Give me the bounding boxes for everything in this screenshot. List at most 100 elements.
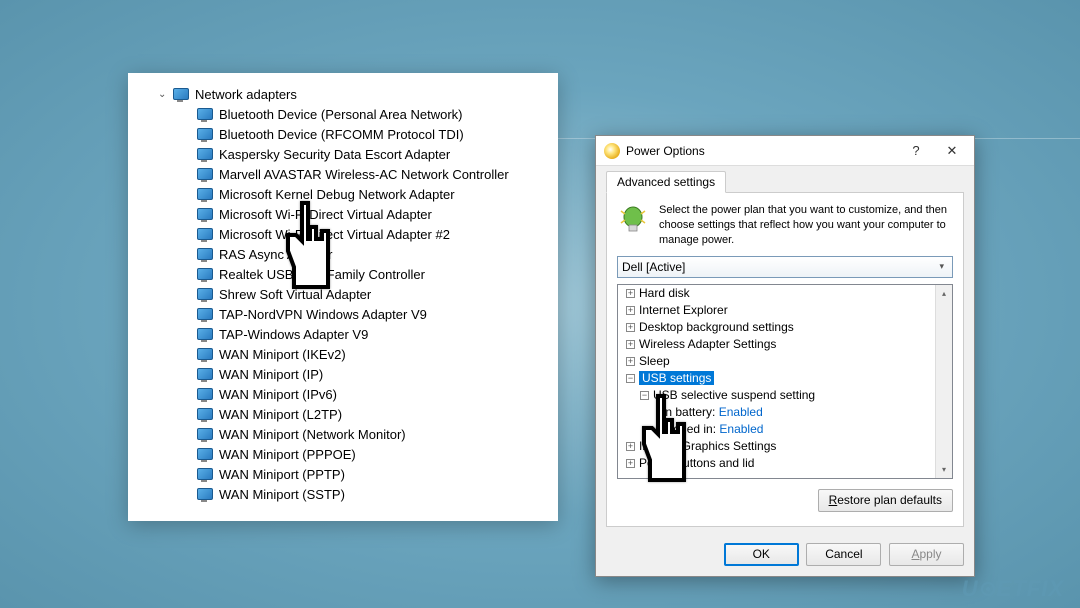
device-item[interactable]: WAN Miniport (PPTP) bbox=[136, 465, 550, 485]
device-item[interactable]: WAN Miniport (SSTP) bbox=[136, 485, 550, 505]
device-item[interactable]: Microsoft Kernel Debug Network Adapter bbox=[136, 185, 550, 205]
network-adapter-icon bbox=[196, 488, 213, 502]
scroll-up-button[interactable]: ▴ bbox=[936, 285, 952, 302]
plus-icon[interactable]: + bbox=[626, 323, 635, 332]
tree-node-power-buttons-lid[interactable]: +Power buttons and lid bbox=[618, 455, 952, 472]
device-label: WAN Miniport (SSTP) bbox=[219, 485, 345, 505]
ok-button[interactable]: OK bbox=[724, 543, 799, 566]
restore-defaults-button[interactable]: Restore plan defaults bbox=[818, 489, 953, 512]
device-item[interactable]: TAP-NordVPN Windows Adapter V9 bbox=[136, 305, 550, 325]
network-adapter-icon bbox=[196, 288, 213, 302]
minus-icon[interactable]: − bbox=[640, 391, 649, 400]
device-item[interactable]: WAN Miniport (Network Monitor) bbox=[136, 425, 550, 445]
device-item[interactable]: WAN Miniport (IKEv2) bbox=[136, 345, 550, 365]
on-battery-value[interactable]: Enabled bbox=[719, 405, 763, 419]
device-item[interactable]: RAS Async Adapter bbox=[136, 245, 550, 265]
tree-node-usb-selective-suspend[interactable]: −USB selective suspend setting bbox=[618, 387, 952, 404]
network-adapter-icon bbox=[196, 228, 213, 242]
tree-node-on-battery[interactable]: On battery: Enabled bbox=[618, 404, 952, 421]
close-button[interactable]: ✕ bbox=[934, 138, 970, 164]
device-label: Shrew Soft Virtual Adapter bbox=[219, 285, 371, 305]
device-label: Microsoft Wi-Fi Direct Virtual Adapter #… bbox=[219, 225, 450, 245]
plan-value: Dell [Active] bbox=[622, 260, 685, 274]
plus-icon[interactable]: + bbox=[626, 442, 635, 451]
scrollbar-vertical[interactable]: ▴ ▾ bbox=[935, 285, 952, 478]
tree-node-hard-disk[interactable]: +Hard disk bbox=[618, 285, 952, 302]
device-label: RAS Async Adapter bbox=[219, 245, 332, 265]
device-item[interactable]: Realtek USB GbE Family Controller bbox=[136, 265, 550, 285]
tree-node-desktop-bg[interactable]: +Desktop background settings bbox=[618, 319, 952, 336]
device-item[interactable]: Bluetooth Device (RFCOMM Protocol TDI) bbox=[136, 125, 550, 145]
cancel-button[interactable]: Cancel bbox=[806, 543, 881, 566]
device-item[interactable]: WAN Miniport (IPv6) bbox=[136, 385, 550, 405]
device-label: WAN Miniport (PPPOE) bbox=[219, 445, 356, 465]
network-adapter-icon bbox=[196, 128, 213, 142]
device-item[interactable]: Microsoft Wi-Fi Direct Virtual Adapter bbox=[136, 205, 550, 225]
tab-advanced-settings[interactable]: Advanced settings bbox=[606, 171, 726, 193]
network-adapter-icon bbox=[196, 428, 213, 442]
network-adapter-icon bbox=[196, 188, 213, 202]
power-options-dialog: Power Options ? ✕ Advanced settings Sele… bbox=[595, 135, 975, 577]
device-item[interactable]: Kaspersky Security Data Escort Adapter bbox=[136, 145, 550, 165]
tree-node-ie[interactable]: +Internet Explorer bbox=[618, 302, 952, 319]
plus-icon[interactable]: + bbox=[626, 289, 635, 298]
network-adapter-icon bbox=[196, 368, 213, 382]
device-item[interactable]: Marvell AVASTAR Wireless-AC Network Cont… bbox=[136, 165, 550, 185]
minus-icon[interactable]: − bbox=[626, 374, 635, 383]
network-adapter-icon bbox=[196, 388, 213, 402]
device-label: WAN Miniport (IPv6) bbox=[219, 385, 337, 405]
network-adapter-icon bbox=[196, 308, 213, 322]
tree-node-plugged-in[interactable]: Plugged in: Enabled bbox=[618, 421, 952, 438]
device-label: Bluetooth Device (Personal Area Network) bbox=[219, 105, 463, 125]
tree-node-graphics[interactable]: +Intel(R) Graphics Settings bbox=[618, 438, 952, 455]
tree-category-network-adapters[interactable]: ⌄ Network adapters bbox=[136, 85, 550, 105]
network-adapter-icon bbox=[196, 108, 213, 122]
plugged-in-value[interactable]: Enabled bbox=[719, 422, 763, 436]
tree-node-usb-settings[interactable]: −USB settings bbox=[618, 370, 952, 387]
apply-button[interactable]: Apply bbox=[889, 543, 964, 566]
titlebar[interactable]: Power Options ? ✕ bbox=[596, 136, 974, 166]
device-item[interactable]: TAP-Windows Adapter V9 bbox=[136, 325, 550, 345]
device-label: Bluetooth Device (RFCOMM Protocol TDI) bbox=[219, 125, 464, 145]
device-item[interactable]: Bluetooth Device (Personal Area Network) bbox=[136, 105, 550, 125]
chevron-down-icon: ▾ bbox=[935, 261, 948, 272]
device-item[interactable]: WAN Miniport (PPPOE) bbox=[136, 445, 550, 465]
network-adapter-icon bbox=[196, 268, 213, 282]
device-manager-panel: ⌄ Network adapters Bluetooth Device (Per… bbox=[128, 73, 558, 521]
device-item[interactable]: Shrew Soft Virtual Adapter bbox=[136, 285, 550, 305]
network-adapter-icon bbox=[196, 408, 213, 422]
network-adapters-icon bbox=[172, 88, 189, 102]
plus-icon[interactable]: + bbox=[626, 340, 635, 349]
chevron-down-icon[interactable]: ⌄ bbox=[158, 85, 168, 105]
device-label: TAP-NordVPN Windows Adapter V9 bbox=[219, 305, 427, 325]
category-label: Network adapters bbox=[195, 85, 297, 105]
network-adapter-icon bbox=[196, 328, 213, 342]
device-label: Microsoft Kernel Debug Network Adapter bbox=[219, 185, 455, 205]
tree-node-wireless[interactable]: +Wireless Adapter Settings bbox=[618, 336, 952, 353]
scroll-down-button[interactable]: ▾ bbox=[936, 461, 952, 478]
settings-tree[interactable]: +Hard disk +Internet Explorer +Desktop b… bbox=[617, 284, 953, 479]
device-label: Microsoft Wi-Fi Direct Virtual Adapter bbox=[219, 205, 432, 225]
device-label: WAN Miniport (IP) bbox=[219, 365, 323, 385]
plus-icon[interactable]: + bbox=[626, 459, 635, 468]
device-label: Kaspersky Security Data Escort Adapter bbox=[219, 145, 450, 165]
device-item[interactable]: Microsoft Wi-Fi Direct Virtual Adapter #… bbox=[136, 225, 550, 245]
tree-node-sleep[interactable]: +Sleep bbox=[618, 353, 952, 370]
plus-icon[interactable]: + bbox=[626, 357, 635, 366]
power-plan-dropdown[interactable]: Dell [Active] ▾ bbox=[617, 256, 953, 278]
device-item[interactable]: WAN Miniport (IP) bbox=[136, 365, 550, 385]
device-item[interactable]: WAN Miniport (L2TP) bbox=[136, 405, 550, 425]
device-label: WAN Miniport (IKEv2) bbox=[219, 345, 346, 365]
power-options-icon bbox=[604, 143, 620, 159]
device-label: Realtek USB GbE Family Controller bbox=[219, 265, 425, 285]
device-label: TAP-Windows Adapter V9 bbox=[219, 325, 368, 345]
dialog-action-buttons: OK Cancel Apply bbox=[596, 537, 974, 576]
network-adapter-icon bbox=[196, 348, 213, 362]
device-label: WAN Miniport (PPTP) bbox=[219, 465, 345, 485]
network-adapter-icon bbox=[196, 468, 213, 482]
dialog-description: Select the power plan that you want to c… bbox=[659, 203, 953, 248]
plus-icon[interactable]: + bbox=[626, 306, 635, 315]
help-button[interactable]: ? bbox=[898, 138, 934, 164]
dialog-title: Power Options bbox=[626, 144, 898, 158]
network-adapter-icon bbox=[196, 208, 213, 222]
